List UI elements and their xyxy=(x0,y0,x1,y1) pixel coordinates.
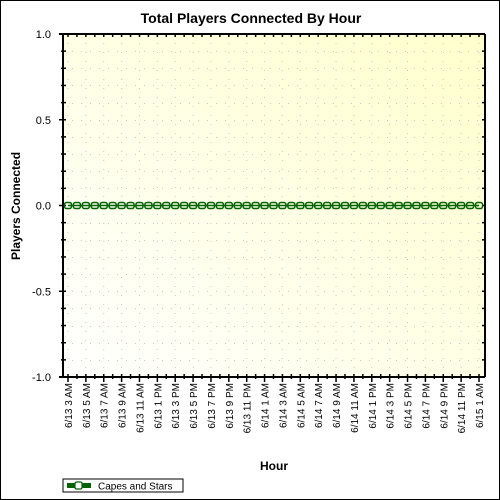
x-tick-label: 6/14 11 PM xyxy=(457,383,468,433)
x-tick-label: 6/13 11 PM xyxy=(243,383,254,433)
x-tick-label: 6/13 5 AM xyxy=(82,383,93,428)
x-tick-label: 6/13 11 AM xyxy=(135,383,146,433)
x-tick-label: 6/14 5 PM xyxy=(404,383,415,429)
x-tick-label: 6/14 7 PM xyxy=(421,383,432,429)
x-tick-label: 6/14 9 AM xyxy=(332,383,343,428)
x-tick-label: 6/13 9 PM xyxy=(225,383,236,429)
y-tick-label: -1.0 xyxy=(32,372,51,384)
legend-swatch-marker xyxy=(74,481,83,490)
x-tick-label: 6/13 3 AM xyxy=(64,383,75,428)
legend-swatch-icon xyxy=(67,481,91,490)
y-tick-label: 1.0 xyxy=(36,29,51,41)
x-tick-label: 6/13 1 PM xyxy=(153,383,164,429)
chart-canvas: Total Players Connected By Hour 1.0 0.5 0.… xyxy=(9,10,486,493)
x-tick-label: 6/13 5 PM xyxy=(189,383,200,429)
x-tick-label: 6/13 7 AM xyxy=(100,383,111,428)
x-tick-label: 6/14 7 AM xyxy=(314,383,325,428)
chart-title: Total Players Connected By Hour xyxy=(141,10,362,26)
y-tick-labels: 1.0 0.5 0.0 -0.5 -1.0 xyxy=(32,29,51,384)
x-tick-label: 6/14 9 PM xyxy=(439,383,450,429)
x-tick-label: 6/14 1 PM xyxy=(368,383,379,429)
x-tick-label: 6/13 7 PM xyxy=(207,383,218,429)
x-tick-label: 6/14 5 AM xyxy=(296,383,307,428)
x-tick-label: 6/14 3 PM xyxy=(386,383,397,429)
x-tick-label: 6/14 1 AM xyxy=(261,383,272,428)
x-tick-labels: 6/13 3 AM 6/13 5 AM 6/13 7 AM 6/13 9 AM 6/13… xyxy=(64,383,486,433)
y-axis-title: Players Connected xyxy=(9,152,23,260)
x-tick-label: 6/14 3 AM xyxy=(278,383,289,428)
y-tick-label: 0.5 xyxy=(36,115,51,127)
x-tick-label: 6/13 3 PM xyxy=(171,383,182,429)
x-tick-label: 6/13 9 AM xyxy=(118,383,129,428)
x-axis-title: Hour xyxy=(260,459,288,473)
legend: Capes and Stars xyxy=(62,478,184,493)
x-tick-label: 6/15 1 AM xyxy=(475,383,486,428)
y-tick-label: 0.0 xyxy=(36,201,51,213)
x-tick-label: 6/14 11 AM xyxy=(350,383,361,433)
legend-label: Capes and Stars xyxy=(98,482,173,493)
chart: Total Players Connected By Hour 1.0 0.5 0.… xyxy=(0,0,500,500)
y-tick-label: -0.5 xyxy=(32,286,51,298)
